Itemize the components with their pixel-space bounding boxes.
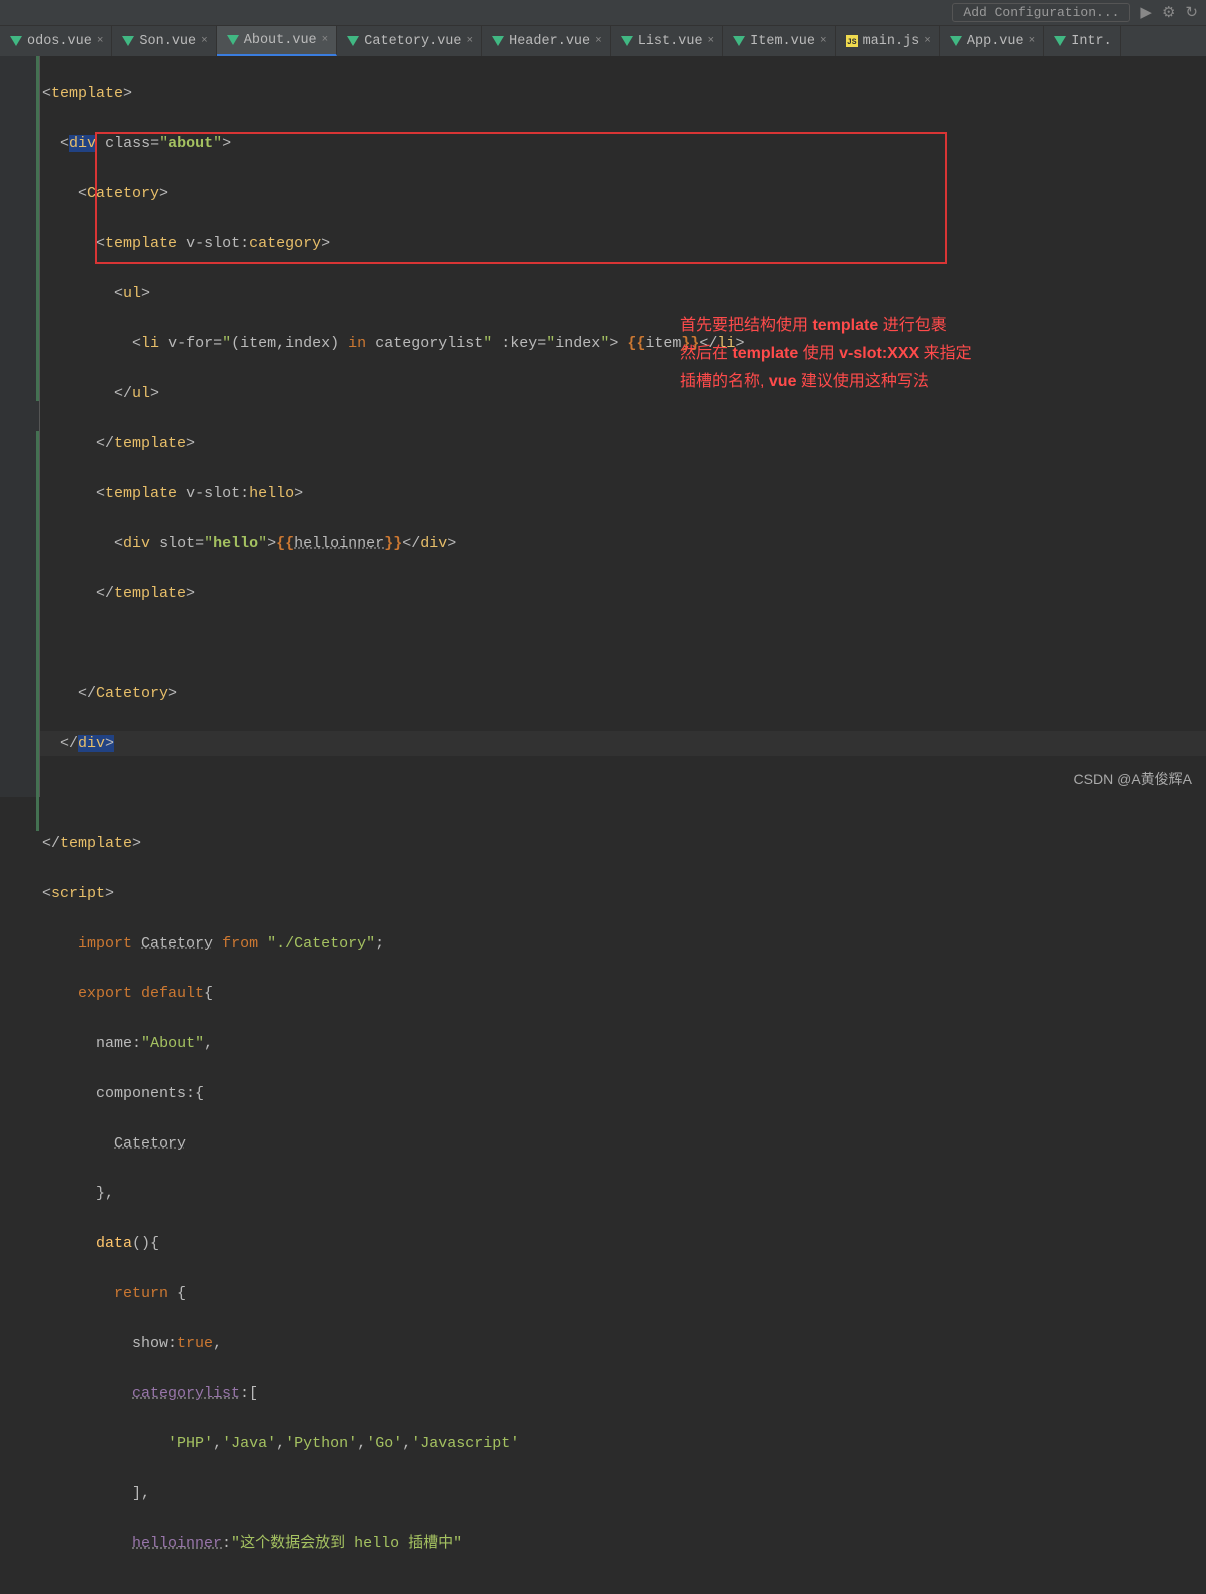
code-content: <template> <div class="about"> <Catetory… [40, 56, 1206, 1594]
vue-icon [10, 36, 22, 47]
editor-tabs: odos.vue× Son.vue× About.vue× Catetory.v… [0, 26, 1206, 56]
js-icon: JS [846, 35, 858, 47]
vue-icon [621, 36, 633, 47]
run-icon[interactable]: ▶ [1140, 3, 1152, 22]
vue-icon [227, 35, 239, 46]
toolbar: Add Configuration... ▶ ⚙ ↻ [0, 0, 1206, 26]
vue-icon [347, 36, 359, 47]
close-icon[interactable]: × [97, 35, 104, 47]
tab-mainjs[interactable]: JSmain.js× [836, 26, 940, 56]
tab-header[interactable]: Header.vue× [482, 26, 611, 56]
close-icon[interactable]: × [322, 34, 329, 46]
close-icon[interactable]: × [708, 35, 715, 47]
add-configuration-dropdown[interactable]: Add Configuration... [952, 3, 1130, 22]
watermark: CSDN @A黄俊辉A [1074, 769, 1192, 789]
tab-item[interactable]: Item.vue× [723, 26, 835, 56]
close-icon[interactable]: × [201, 35, 208, 47]
annotation-text: 首先要把结构使用 template 进行包裹 然后在 template 使用 v… [680, 312, 972, 396]
gutter [0, 56, 40, 797]
vue-icon [733, 36, 745, 47]
close-icon[interactable]: × [820, 35, 827, 47]
refresh-icon[interactable]: ↻ [1185, 3, 1198, 22]
vue-icon [1054, 36, 1066, 47]
vue-icon [122, 36, 134, 47]
close-icon[interactable]: × [467, 35, 474, 47]
vue-icon [492, 36, 504, 47]
tab-list[interactable]: List.vue× [611, 26, 723, 56]
debug-icon[interactable]: ⚙ [1162, 3, 1175, 22]
close-icon[interactable]: × [1029, 35, 1036, 47]
close-icon[interactable]: × [924, 35, 931, 47]
tab-app[interactable]: App.vue× [940, 26, 1044, 56]
tab-odos[interactable]: odos.vue× [0, 26, 112, 56]
close-icon[interactable]: × [595, 35, 602, 47]
code-editor[interactable]: <template> <div class="about"> <Catetory… [0, 56, 1206, 797]
tab-about[interactable]: About.vue× [217, 26, 338, 56]
tab-son[interactable]: Son.vue× [112, 26, 216, 56]
vue-icon [950, 36, 962, 47]
tab-intr[interactable]: Intr. [1044, 26, 1121, 56]
tab-catetory[interactable]: Catetory.vue× [337, 26, 482, 56]
